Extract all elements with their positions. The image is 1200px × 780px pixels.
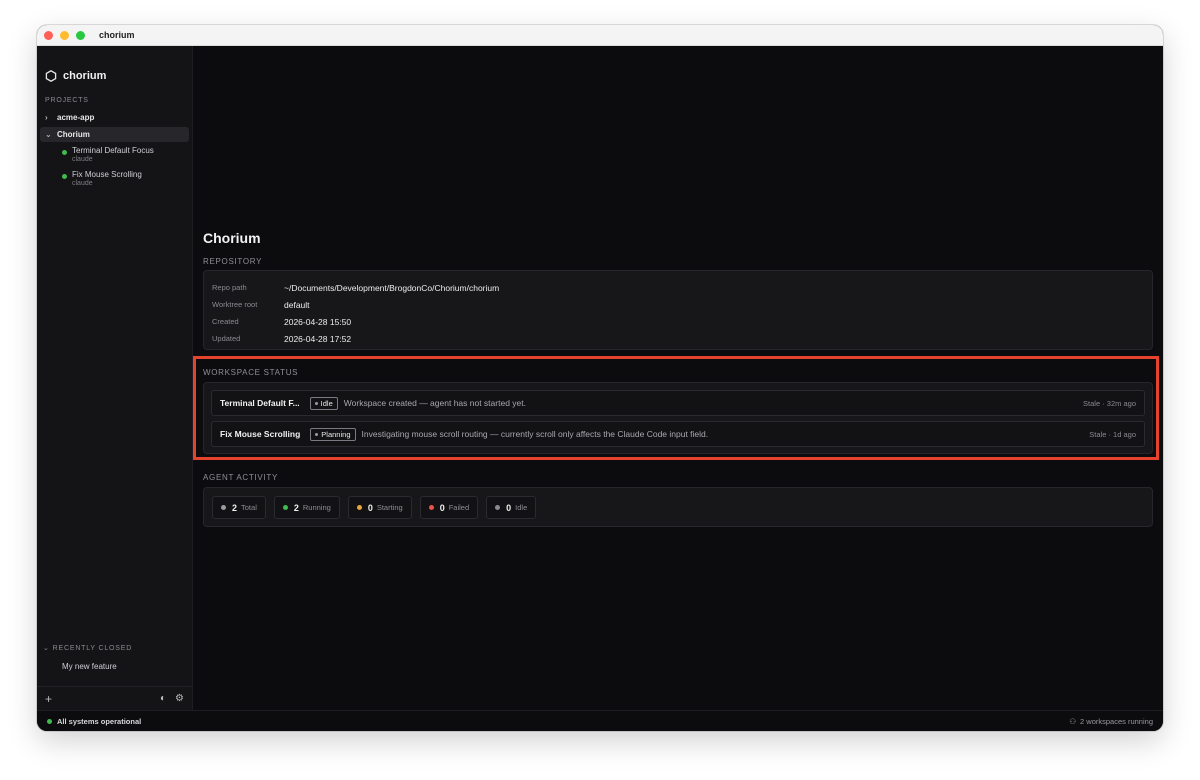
recently-closed-toggle[interactable]: ⌄ RECENTLY CLOSED <box>37 644 192 653</box>
chip-label: Running <box>302 503 331 512</box>
add-project-button[interactable]: + <box>45 693 52 705</box>
workspace-name: Terminal Default Focus <box>72 146 154 155</box>
status-dot-icon <box>47 718 52 724</box>
workspace-agent: claude <box>72 180 93 187</box>
workspace-status-time: Stale · 1d ago <box>1089 429 1136 439</box>
chip-label: Idle <box>515 503 528 512</box>
workspace-status-description: Investigating mouse scroll routing — cur… <box>361 429 709 439</box>
status-dot-icon <box>356 505 362 510</box>
titlebar: chorium <box>37 25 1163 46</box>
workspace-status-panel: Terminal Default F... Idle Workspace cre… <box>203 382 1153 454</box>
repo-key: Updated <box>212 334 241 343</box>
page-title: Chorium <box>203 230 261 246</box>
status-dot-icon <box>315 432 319 436</box>
status-badge-label: Planning <box>321 429 351 439</box>
chip-count: 0 <box>506 502 512 513</box>
agent-chip-failed[interactable]: 0 Failed <box>419 496 479 519</box>
close-window-button[interactable] <box>44 30 53 40</box>
window-title: chorium <box>99 30 135 40</box>
main-content: Chorium REPOSITORY Repo path ~/Documents… <box>193 46 1163 710</box>
repo-value: 2026-04-28 17:52 <box>284 333 352 344</box>
sidebar-footer: + ◐ ⚙ <box>37 686 192 710</box>
status-dot-icon <box>495 505 501 510</box>
status-badge: Planning <box>310 427 356 441</box>
repo-key: Created <box>212 317 239 326</box>
workspace-status-section-label: WORKSPACE STATUS <box>203 368 299 377</box>
user-icon: ⚇ <box>1069 716 1077 726</box>
workspace-status-name: Fix Mouse Scrolling <box>220 429 301 439</box>
recently-closed-label: RECENTLY CLOSED <box>52 644 133 652</box>
chevron-right-icon: › <box>45 113 48 122</box>
chip-label: Total <box>241 503 257 512</box>
agent-chip-idle[interactable]: 0 Idle <box>486 496 537 519</box>
chevron-down-icon: ⌄ <box>43 645 50 652</box>
chip-count: 0 <box>439 502 445 513</box>
app-window: chorium chorium PROJECTS › acme-app ⌄ Ch… <box>37 25 1163 731</box>
agent-activity-section-label: AGENT ACTIVITY <box>203 473 278 482</box>
brand-name: chorium <box>63 69 107 82</box>
workspace-status-description: Workspace created — agent has not starte… <box>343 398 526 408</box>
agent-chip-total[interactable]: 2 Total <box>212 496 266 519</box>
recently-closed-item[interactable]: My new feature <box>37 652 192 671</box>
status-dot-icon <box>221 505 226 510</box>
workspaces-running: ⚇ 2 workspaces running <box>1069 717 1153 726</box>
workspace-status-name: Terminal Default F... <box>220 398 300 408</box>
chip-count: 2 <box>232 502 238 513</box>
brand: chorium <box>37 46 192 86</box>
workspace-item-fix-mouse-scrolling[interactable]: Fix Mouse Scrolling claude <box>37 169 192 188</box>
workspace-status-row[interactable]: Terminal Default F... Idle Workspace cre… <box>211 390 1145 416</box>
project-name: Chorium <box>57 130 90 139</box>
chip-label: Failed <box>448 503 470 512</box>
workspace-agent: claude <box>72 156 93 163</box>
recently-closed-section: ⌄ RECENTLY CLOSED My new feature <box>37 644 192 672</box>
statusbar: All systems operational ⚇ 2 workspaces r… <box>37 710 1163 731</box>
status-badge: Idle <box>309 396 338 410</box>
status-dot-icon <box>282 505 288 510</box>
agent-chip-starting[interactable]: 0 Starting <box>347 496 412 519</box>
status-dot-icon <box>62 174 67 179</box>
workspace-item-terminal-default-focus[interactable]: Terminal Default Focus claude <box>37 145 192 164</box>
worktree-root-row: Worktree root default <box>212 296 1144 313</box>
project-acme-app[interactable]: › acme-app <box>40 110 189 125</box>
status-dot-icon <box>428 505 434 510</box>
status-dot-icon <box>314 401 318 405</box>
agent-activity-panel: 2 Total 2 Running 0 Starting 0 Failed 0 … <box>203 487 1153 527</box>
chip-count: 0 <box>367 502 373 513</box>
chevron-down-icon: ⌄ <box>45 130 52 139</box>
sidebar: chorium PROJECTS › acme-app ⌄ Chorium Te… <box>37 46 193 710</box>
repo-key: Repo path <box>212 283 247 292</box>
status-dot-icon <box>62 150 67 155</box>
status-badge-label: Idle <box>320 398 333 408</box>
workspace-name: Fix Mouse Scrolling <box>72 170 142 179</box>
created-row: Created 2026-04-28 15:50 <box>212 313 1144 330</box>
repository-panel: Repo path ~/Documents/Development/Brogdo… <box>203 270 1153 350</box>
chip-count: 2 <box>293 502 299 513</box>
system-status-text: All systems operational <box>57 716 142 726</box>
repo-value: 2026-04-28 15:50 <box>284 316 352 327</box>
updated-row: Updated 2026-04-28 17:52 <box>212 330 1144 347</box>
chip-label: Starting <box>376 503 403 512</box>
zoom-window-button[interactable] <box>76 30 85 40</box>
project-name: acme-app <box>57 113 95 122</box>
theme-toggle-icon[interactable]: ◐ <box>160 693 166 704</box>
workspace-status-time: Stale · 32m ago <box>1083 398 1136 408</box>
repo-value: ~/Documents/Development/BrogdonCo/Choriu… <box>284 282 500 293</box>
repository-section-label: REPOSITORY <box>203 257 263 266</box>
window-controls <box>44 30 85 40</box>
gear-icon[interactable]: ⚙ <box>175 693 184 704</box>
hexagon-logo-icon <box>45 69 57 82</box>
project-chorium[interactable]: ⌄ Chorium <box>40 127 189 142</box>
repo-key: Worktree root <box>212 300 258 309</box>
projects-section-label: PROJECTS <box>45 97 89 104</box>
repo-path-row: Repo path ~/Documents/Development/Brogdo… <box>212 279 1144 296</box>
minimize-window-button[interactable] <box>60 30 69 40</box>
workspace-status-row[interactable]: Fix Mouse Scrolling Planning Investigati… <box>211 421 1145 447</box>
repo-value: default <box>284 299 310 310</box>
agent-chip-running[interactable]: 2 Running <box>273 496 340 519</box>
workspaces-running-text: 2 workspaces running <box>1080 716 1153 726</box>
